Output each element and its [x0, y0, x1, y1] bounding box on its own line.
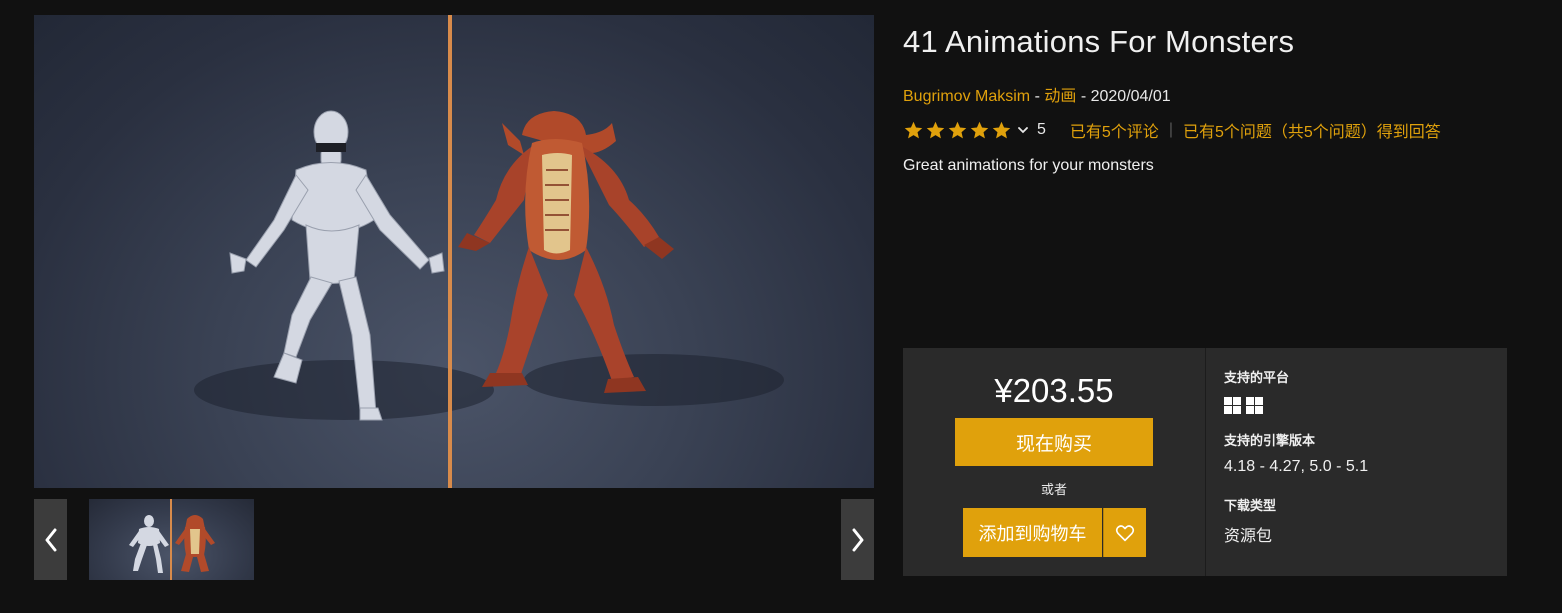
- questions-link[interactable]: 已有5个问题（共5个问题）得到回答: [1183, 118, 1441, 142]
- gallery-prev-button[interactable]: [34, 499, 67, 580]
- product-page: 41 Animations For Monsters Bugrimov Maks…: [0, 0, 1562, 613]
- heart-icon: [1115, 524, 1135, 541]
- chevron-down-icon: [1018, 127, 1028, 134]
- product-specs: 支持的平台 支持的引擎版本 4.18 - 4.27, 5.0 - 5.1 下载类…: [1224, 348, 1507, 576]
- price: ¥203.55: [994, 372, 1114, 409]
- star-rating[interactable]: [903, 120, 1037, 141]
- chevron-left-icon: [45, 528, 56, 551]
- engine-label: 支持的引擎版本: [1224, 433, 1316, 448]
- monster-shadow: [524, 354, 784, 406]
- star-icon: [992, 121, 1011, 138]
- meta-separator: -: [1076, 88, 1091, 105]
- windows-icon: [1224, 397, 1241, 414]
- star-icon: [970, 121, 989, 138]
- star-icon: [948, 121, 967, 138]
- hero-image[interactable]: [34, 15, 874, 488]
- chevron-right-icon: [852, 528, 863, 551]
- star-icon: [926, 121, 945, 138]
- product-tagline: Great animations for your monsters: [903, 157, 1154, 174]
- platform-list: [1224, 397, 1263, 414]
- hero-illustration: [194, 15, 784, 488]
- thumbnail-illustration: [129, 499, 215, 580]
- rating-row: 5 已有5个评论 | 已有5个问题（共5个问题）得到回答: [903, 118, 1441, 142]
- rating-divider: |: [1168, 121, 1173, 138]
- purchase-actions: ¥203.55 现在购买 或者 添加到购物车: [903, 348, 1205, 576]
- platforms-label: 支持的平台: [1224, 370, 1290, 385]
- windows-icon: [1246, 397, 1263, 414]
- product-meta: Bugrimov Maksim - 动画 - 2020/04/01: [903, 82, 1171, 106]
- category-link[interactable]: 动画: [1044, 88, 1076, 105]
- download-type-label: 下载类型: [1224, 498, 1277, 513]
- author-link[interactable]: Bugrimov Maksim: [903, 88, 1030, 105]
- download-type: 资源包: [1224, 528, 1273, 545]
- gallery-thumbnail[interactable]: [89, 499, 254, 580]
- engine-versions: 4.18 - 4.27, 5.0 - 5.1: [1224, 458, 1369, 475]
- buy-now-button[interactable]: 现在购买: [955, 418, 1153, 466]
- gallery-next-button[interactable]: [841, 499, 874, 580]
- add-to-cart-button[interactable]: 添加到购物车: [963, 508, 1102, 557]
- reviews-link[interactable]: 已有5个评论: [1070, 118, 1159, 142]
- product-title: 41 Animations For Monsters: [903, 24, 1295, 59]
- or-label: 或者: [1040, 482, 1067, 497]
- release-date: 2020/04/01: [1090, 88, 1171, 105]
- meta-separator: -: [1030, 88, 1045, 105]
- monster-figure: [458, 111, 674, 393]
- purchase-panel: ¥203.55 现在购买 或者 添加到购物车 支持的平台 支持的引擎版本 4.1…: [903, 348, 1507, 576]
- split-divider: [448, 15, 452, 488]
- panel-divider: [1205, 348, 1206, 576]
- rating-count: 5: [1037, 121, 1046, 138]
- wishlist-button[interactable]: [1103, 508, 1146, 557]
- star-icon: [904, 121, 923, 138]
